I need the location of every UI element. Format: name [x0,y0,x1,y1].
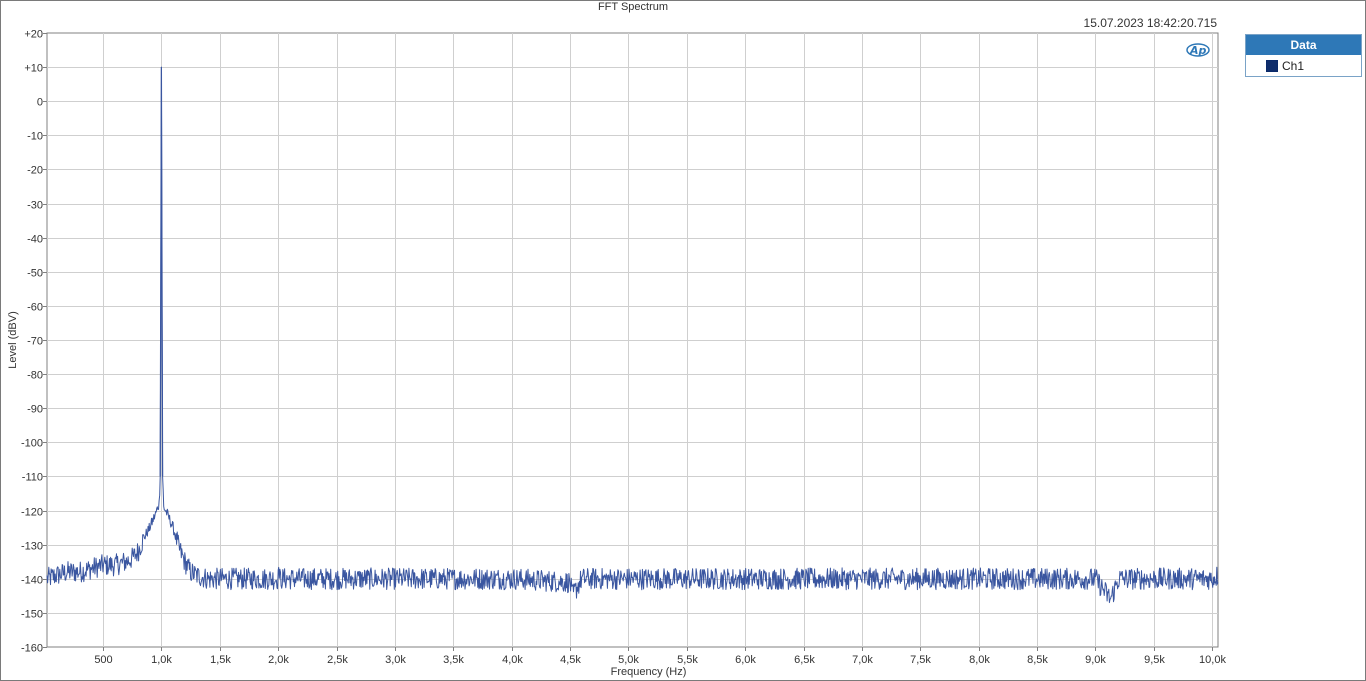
x-tick-label: 500 [94,654,112,666]
y-tick-label: -20 [27,165,43,177]
y-tick-label: -120 [21,507,43,519]
legend-swatch [1266,59,1278,72]
y-tick-label: -90 [27,404,43,416]
x-tick-label: 7,5k [910,654,931,666]
y-tick-label: -80 [27,370,43,382]
y-tick-label: 0 [37,97,43,109]
x-tick-label: 3,5k [443,654,464,666]
legend-panel: Data Ch1 [1245,34,1362,77]
y-tick-label: -160 [21,643,43,655]
legend-header: Data [1246,35,1361,55]
y-tick-label: -70 [27,336,43,348]
x-tick-label: 3,0k [385,654,406,666]
y-tick-label: -30 [27,200,43,212]
fft-chart: +20 +10 0 -10 -20 -30 -40 -50 -60 -70 -80 -90 -100 -1… [7,29,1226,679]
y-tick-label: -10 [27,131,43,143]
y-tick-label: -130 [21,541,43,553]
x-tick-label: 5,5k [677,654,698,666]
x-tick-label: 9,5k [1144,654,1165,666]
y-tick-label: -50 [27,268,43,280]
y-axis-label: Level (dBV) [7,311,19,368]
svg-text:Ap: Ap [1189,44,1207,57]
x-tick-label: 8,0k [969,654,990,666]
y-tick-label: -110 [22,472,43,484]
y-tick-label: -150 [21,609,43,621]
x-tick-label: 5,0k [618,654,639,666]
x-tick-label: 6,0k [735,654,756,666]
y-tick-label: -140 [21,575,43,587]
x-tick-label: 4,5k [560,654,581,666]
y-tick-label: -60 [27,302,43,314]
x-tick-label: 2,0k [268,654,289,666]
x-tick-label: 9,0k [1085,654,1106,666]
x-tick-label: 4,0k [502,654,523,666]
y-tick-label: +20 [24,29,43,41]
x-tick-label: 2,5k [327,654,348,666]
x-tick-label: 8,5k [1027,654,1048,666]
x-tick-label: 1,0k [151,654,172,666]
x-axis-label: Frequency (Hz) [611,666,687,678]
y-tick-label: -40 [27,234,43,246]
x-tick-label: 7,0k [852,654,873,666]
legend-item-label: Ch1 [1282,58,1305,73]
ap-logo-icon: Ap [1186,43,1210,57]
x-tick-label: 1,5k [210,654,231,666]
legend-item-ch1[interactable]: Ch1 [1246,55,1361,76]
y-tick-label: -100 [21,438,43,450]
x-tick-label: 6,5k [794,654,815,666]
y-tick-label: +10 [24,63,43,75]
x-tick-label: 10,0k [1199,654,1226,666]
